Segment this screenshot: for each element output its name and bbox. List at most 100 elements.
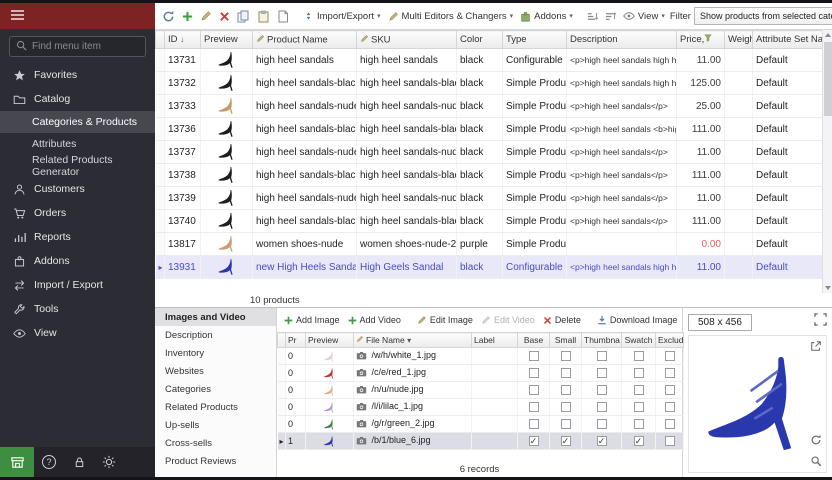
sidebar-item-view[interactable]: View	[0, 321, 155, 345]
thumbnail-checkbox[interactable]	[597, 351, 607, 361]
exclude-checkbox[interactable]	[665, 419, 675, 429]
sidebar-item-tools[interactable]: Tools	[0, 297, 155, 321]
scrollbar-thumb[interactable]	[824, 42, 832, 116]
small-checkbox[interactable]: ✓	[561, 436, 571, 446]
col-preview[interactable]: Preview	[201, 31, 253, 49]
base-checkbox[interactable]	[529, 351, 539, 361]
exclude-checkbox[interactable]	[665, 436, 675, 446]
zoom-icon[interactable]	[808, 453, 824, 469]
add-button[interactable]	[180, 9, 195, 24]
hamburger-menu-icon[interactable]	[10, 9, 25, 24]
small-checkbox[interactable]	[561, 385, 571, 395]
col-type[interactable]: Type	[503, 31, 567, 49]
detail-tab[interactable]: Description	[155, 326, 276, 344]
swatch-checkbox[interactable]	[634, 385, 644, 395]
base-checkbox[interactable]	[529, 385, 539, 395]
rotate-icon[interactable]	[808, 432, 824, 448]
col-file-name[interactable]: File Name ▾	[354, 333, 472, 348]
thumbnail-checkbox[interactable]	[597, 385, 607, 395]
exclude-checkbox[interactable]	[665, 351, 675, 361]
table-row[interactable]: ▸ 1 /b/1/blue_6.jpg ✓	[278, 433, 684, 450]
import-export-menu[interactable]: Import/Export▾	[301, 8, 383, 24]
edit-button[interactable]	[198, 8, 214, 24]
gear-icon[interactable]	[94, 447, 124, 477]
base-checkbox[interactable]	[529, 368, 539, 378]
filter-select[interactable]: Show products from selected categories▾	[694, 7, 832, 25]
table-row[interactable]: 13737 high heel sandals-nude-36 high hee…	[156, 141, 823, 164]
sidebar-item-addons[interactable]: Addons	[0, 249, 155, 273]
col-sku[interactable]: SKU	[357, 31, 457, 49]
fullscreen-icon[interactable]	[814, 313, 827, 331]
image-preview[interactable]	[688, 335, 827, 473]
scroll-down-icon[interactable]	[823, 283, 832, 293]
detail-tab[interactable]: Websites	[155, 362, 276, 380]
exclude-checkbox[interactable]	[665, 368, 675, 378]
download-image-button[interactable]: Download Image	[595, 313, 680, 327]
sidebar-item-orders[interactable]: Orders	[0, 201, 155, 225]
small-checkbox[interactable]	[561, 402, 571, 412]
col-attribute-set[interactable]: Attribute Set Name	[753, 31, 823, 49]
edit-image-button[interactable]: Edit Image	[415, 313, 475, 327]
base-checkbox[interactable]: ✓	[529, 436, 539, 446]
table-row[interactable]: 13817 women shoes-nude women shoes-nude-…	[156, 233, 823, 256]
col-price[interactable]: Price,	[677, 31, 725, 49]
col-description[interactable]: Description	[567, 31, 677, 49]
add-image-button[interactable]: Add Image	[282, 313, 342, 327]
sidebar-item-catalog[interactable]: Catalog	[0, 87, 155, 111]
small-checkbox[interactable]	[561, 368, 571, 378]
table-row[interactable]: 0 /g/r/green_2.jpg	[278, 416, 684, 433]
col-id[interactable]: ID ↓	[165, 31, 201, 49]
detail-tab[interactable]: Images and Video	[155, 308, 276, 326]
col-swatch[interactable]: Swatch	[622, 333, 656, 348]
table-row[interactable]: 13740 high heel sandals-black-38 high he…	[156, 210, 823, 233]
help-icon[interactable]: ?	[34, 447, 64, 477]
col-small[interactable]: Small	[550, 333, 582, 348]
detail-tab[interactable]: Categories	[155, 380, 276, 398]
search-input[interactable]	[32, 41, 139, 52]
swatch-checkbox[interactable]	[634, 402, 644, 412]
col-color[interactable]: Color	[457, 31, 503, 49]
detail-tab[interactable]: Product Reviews	[155, 452, 276, 470]
detail-tab[interactable]: Up-sells	[155, 416, 276, 434]
sort-asc-button[interactable]	[585, 9, 600, 24]
sidebar-item-customers[interactable]: Customers	[0, 177, 155, 201]
delete-image-button[interactable]: Delete	[541, 313, 583, 327]
detail-tab[interactable]: Cross-sells	[155, 434, 276, 452]
addons-menu[interactable]: Addons▾	[518, 9, 575, 24]
refresh-button[interactable]	[160, 8, 177, 25]
swatch-checkbox[interactable]	[634, 351, 644, 361]
table-row[interactable]: 13731 high heel sandals high heel sandal…	[156, 49, 823, 72]
edit-video-button[interactable]: Edit Video	[479, 313, 537, 327]
swatch-checkbox[interactable]: ✓	[634, 436, 644, 446]
detail-tab[interactable]: Inventory	[155, 344, 276, 362]
sort-desc-button[interactable]	[603, 9, 618, 24]
table-row[interactable]: ▸ 13931 new High Heels Sandals High Geel…	[156, 256, 823, 279]
swatch-checkbox[interactable]	[634, 419, 644, 429]
col-thumbnail[interactable]: Thumbna	[582, 333, 622, 348]
sidebar-item-import-export[interactable]: Import / Export	[0, 273, 155, 297]
table-row[interactable]: 13732 high heel sandals-black high heel …	[156, 72, 823, 95]
store-button[interactable]	[0, 447, 34, 477]
col-pr[interactable]: Pr	[286, 333, 306, 348]
col-weight[interactable]: Weight	[725, 31, 753, 49]
open-external-icon[interactable]	[808, 338, 824, 354]
vertical-scrollbar[interactable]	[822, 30, 832, 293]
col-label[interactable]: Label	[472, 333, 518, 348]
add-video-button[interactable]: Add Video	[346, 313, 403, 327]
small-checkbox[interactable]	[561, 419, 571, 429]
table-row[interactable]: 13739 high heel sandals-nude-37 high hee…	[156, 187, 823, 210]
scroll-up-icon[interactable]	[823, 30, 832, 40]
table-row[interactable]: 0 /c/e/red_1.jpg	[278, 365, 684, 382]
col-product-name[interactable]: Product Name	[253, 31, 357, 49]
table-row[interactable]: 0 /n/u/nude.jpg	[278, 382, 684, 399]
base-checkbox[interactable]	[529, 419, 539, 429]
sidebar-item-categories-products[interactable]: Categories & Products	[0, 111, 155, 133]
base-checkbox[interactable]	[529, 402, 539, 412]
col-exclude[interactable]: Exclude	[656, 333, 684, 348]
thumbnail-checkbox[interactable]	[597, 402, 607, 412]
col-base[interactable]: Base	[518, 333, 550, 348]
thumbnail-checkbox[interactable]	[597, 419, 607, 429]
multi-editors-menu[interactable]: Multi Editors & Changers▾	[386, 9, 516, 24]
thumbnail-checkbox[interactable]: ✓	[597, 436, 607, 446]
table-row[interactable]: 0 /l/i/lilac_1.jpg	[278, 399, 684, 416]
